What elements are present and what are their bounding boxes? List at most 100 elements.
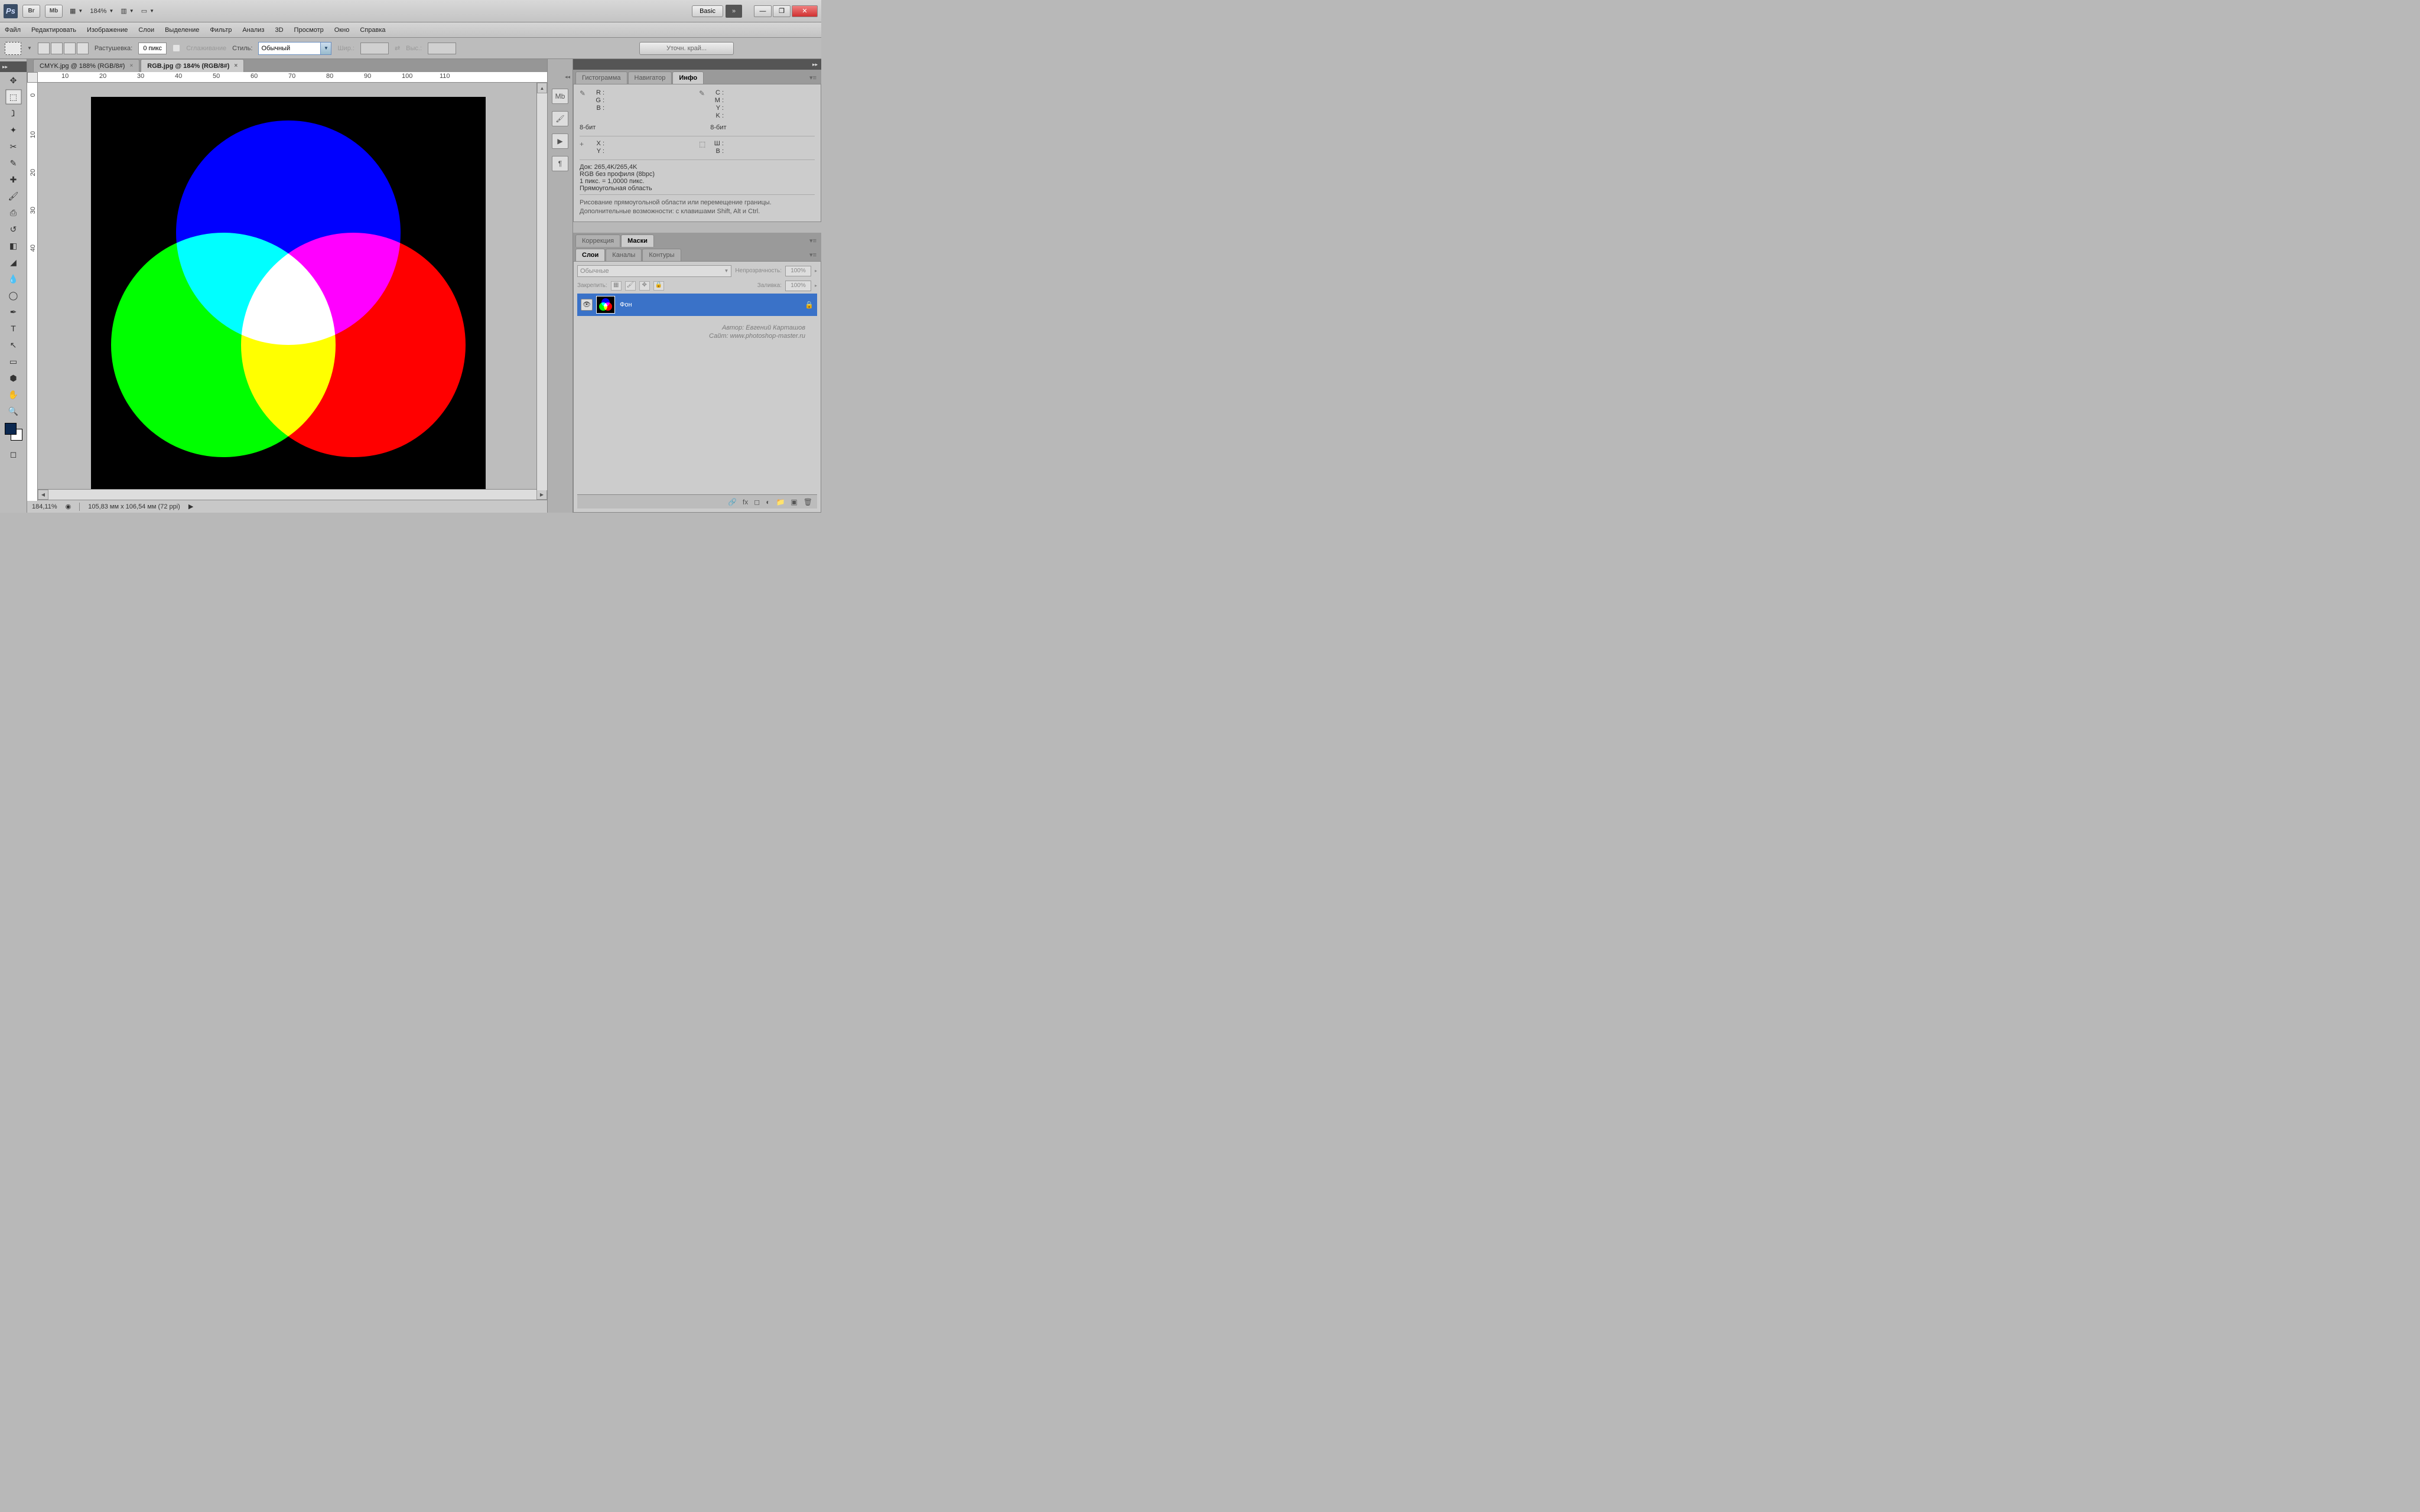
tab-channels[interactable]: Каналы — [606, 249, 642, 261]
crop-tool[interactable]: ✂ — [5, 139, 22, 154]
lock-pixels-icon[interactable]: 🖌 — [625, 281, 636, 291]
menu-view[interactable]: Просмотр — [294, 27, 324, 34]
layer-name[interactable]: Фон — [620, 301, 805, 308]
menu-filter[interactable]: Фильтр — [210, 27, 232, 34]
minimize-button[interactable]: — — [754, 5, 772, 17]
ruler-origin[interactable] — [27, 72, 38, 83]
layer-thumbnail[interactable] — [596, 296, 615, 314]
bridge-button[interactable]: Br — [22, 5, 40, 18]
quickmask-toggle[interactable]: ◻ — [5, 447, 22, 462]
fill-input[interactable]: 100% — [785, 281, 811, 291]
pen-tool[interactable]: ✒ — [5, 304, 22, 320]
scrollbar-vertical[interactable]: ▲ — [536, 83, 547, 490]
tool-preset-indicator[interactable] — [5, 42, 21, 55]
marquee-tool[interactable]: ⬚ — [5, 89, 22, 105]
tab-adjustments[interactable]: Коррекция — [575, 234, 620, 247]
wand-tool[interactable]: ✦ — [5, 122, 22, 138]
status-menu-arrow[interactable]: ▶ — [188, 503, 193, 510]
selection-intersect-icon[interactable] — [77, 43, 89, 54]
history-brush-tool[interactable]: ↺ — [5, 221, 22, 237]
well-collapse-arrow[interactable]: ◂◂ — [550, 72, 570, 82]
opacity-input[interactable]: 100% — [785, 266, 811, 276]
scroll-left-icon[interactable]: ◀ — [38, 490, 48, 500]
lock-position-icon[interactable]: ✥ — [639, 281, 650, 291]
well-brush-icon[interactable]: 🖌 — [552, 111, 568, 126]
screenmode-dropdown[interactable]: ▦▼ — [70, 7, 83, 15]
scrollbar-horizontal[interactable]: ◀ ▶ — [38, 489, 547, 500]
path-select-tool[interactable]: ↖ — [5, 337, 22, 353]
status-zoom[interactable]: 184,11% — [32, 503, 57, 510]
ruler-horizontal[interactable]: 10 20 30 40 50 60 70 80 90 100 110 — [38, 72, 547, 83]
toolbox-collapse-arrow[interactable]: ▸▸ — [0, 61, 27, 72]
refine-edge-button[interactable]: Уточн. край... — [639, 42, 734, 55]
zoom-dropdown[interactable]: 184%▼ — [90, 8, 113, 15]
scroll-right-icon[interactable]: ▶ — [536, 490, 547, 500]
menu-select[interactable]: Выделение — [165, 27, 199, 34]
shape-tool[interactable]: ▭ — [5, 354, 22, 369]
delete-layer-icon[interactable]: 🗑 — [804, 498, 812, 506]
selection-subtract-icon[interactable] — [64, 43, 76, 54]
menu-edit[interactable]: Редактировать — [31, 27, 76, 34]
close-button[interactable]: ✕ — [792, 5, 818, 17]
blur-tool[interactable]: 💧 — [5, 271, 22, 286]
layer-style-icon[interactable]: fx — [743, 498, 748, 506]
menu-window[interactable]: Окно — [334, 27, 350, 34]
group-icon[interactable]: 📁 — [776, 498, 785, 506]
menu-layer[interactable]: Слои — [138, 27, 154, 34]
ruler-vertical[interactable]: 0 10 20 30 40 — [27, 83, 38, 501]
menu-3d[interactable]: 3D — [275, 27, 283, 34]
tab-histogram[interactable]: Гистограмма — [575, 71, 627, 84]
move-tool[interactable]: ✥ — [5, 73, 22, 88]
new-layer-icon[interactable]: ▣ — [791, 498, 797, 506]
gradient-tool[interactable]: ◢ — [5, 255, 22, 270]
color-swatches[interactable] — [5, 423, 22, 441]
blend-mode-select[interactable]: Обычные▼ — [577, 265, 731, 277]
menu-analysis[interactable]: Анализ — [242, 27, 264, 34]
restore-button[interactable]: ❐ — [773, 5, 791, 17]
panel-collapse-arrow[interactable]: ▸▸ — [573, 59, 821, 70]
arrange-dropdown[interactable]: ▥▼ — [121, 7, 134, 15]
tab-info[interactable]: Инфо — [672, 71, 704, 84]
tab-layers[interactable]: Слои — [575, 249, 605, 261]
lock-transparency-icon[interactable]: ▦ — [611, 281, 622, 291]
selection-new-icon[interactable] — [38, 43, 50, 54]
selection-add-icon[interactable] — [51, 43, 63, 54]
workspace-selector[interactable]: Basic — [692, 5, 723, 17]
healing-tool[interactable]: ✚ — [5, 172, 22, 187]
well-minibridge-icon[interactable]: Mb — [552, 89, 568, 104]
well-paragraph-icon[interactable]: ¶ — [552, 156, 568, 171]
document-tab-cmyk[interactable]: CMYK.jpg @ 188% (RGB/8#)× — [33, 59, 139, 72]
hand-tool[interactable]: ✋ — [5, 387, 22, 402]
lock-all-icon[interactable]: 🔒 — [653, 281, 664, 291]
type-tool[interactable]: T — [5, 321, 22, 336]
menu-file[interactable]: Файл — [5, 27, 21, 34]
tab-paths[interactable]: Контуры — [642, 249, 681, 261]
visibility-toggle-icon[interactable]: 👁 — [581, 299, 593, 311]
status-docsize[interactable]: 105,83 мм x 106,54 мм (72 ppi) — [88, 503, 180, 510]
feather-input[interactable] — [138, 43, 167, 54]
eraser-tool[interactable]: ◧ — [5, 238, 22, 253]
brush-tool[interactable]: 🖌 — [5, 188, 22, 204]
panel-menu-icon[interactable]: ▾≡ — [805, 249, 821, 261]
menu-help[interactable]: Справка — [360, 27, 385, 34]
foreground-color-swatch[interactable] — [5, 423, 17, 435]
tab-navigator[interactable]: Навигатор — [628, 71, 672, 84]
document-tab-rgb[interactable]: RGB.jpg @ 184% (RGB/8#)× — [141, 59, 244, 72]
screenmode2-dropdown[interactable]: ▭▼ — [141, 7, 154, 15]
3d-tool[interactable]: ⬢ — [5, 370, 22, 386]
lasso-tool[interactable]: ⱹ — [5, 106, 22, 121]
status-icon[interactable]: ◉ — [66, 503, 71, 510]
stamp-tool[interactable]: ⎙ — [5, 205, 22, 220]
workspace-more-button[interactable]: » — [726, 5, 742, 18]
layer-row[interactable]: 👁 Фон 🔒 — [577, 294, 817, 316]
close-tab-icon[interactable]: × — [234, 63, 238, 69]
close-tab-icon[interactable]: × — [129, 63, 133, 69]
eyedropper-tool[interactable]: ✎ — [5, 155, 22, 171]
canvas[interactable] — [91, 97, 486, 489]
style-select[interactable]: Обычный▼ — [258, 42, 331, 55]
well-clone-icon[interactable]: ▶ — [552, 133, 568, 149]
panel-menu-icon[interactable]: ▾≡ — [805, 71, 821, 84]
menu-image[interactable]: Изображение — [87, 27, 128, 34]
panel-menu-icon[interactable]: ▾≡ — [805, 234, 821, 247]
adjustment-layer-icon[interactable]: ◐ — [766, 498, 770, 506]
